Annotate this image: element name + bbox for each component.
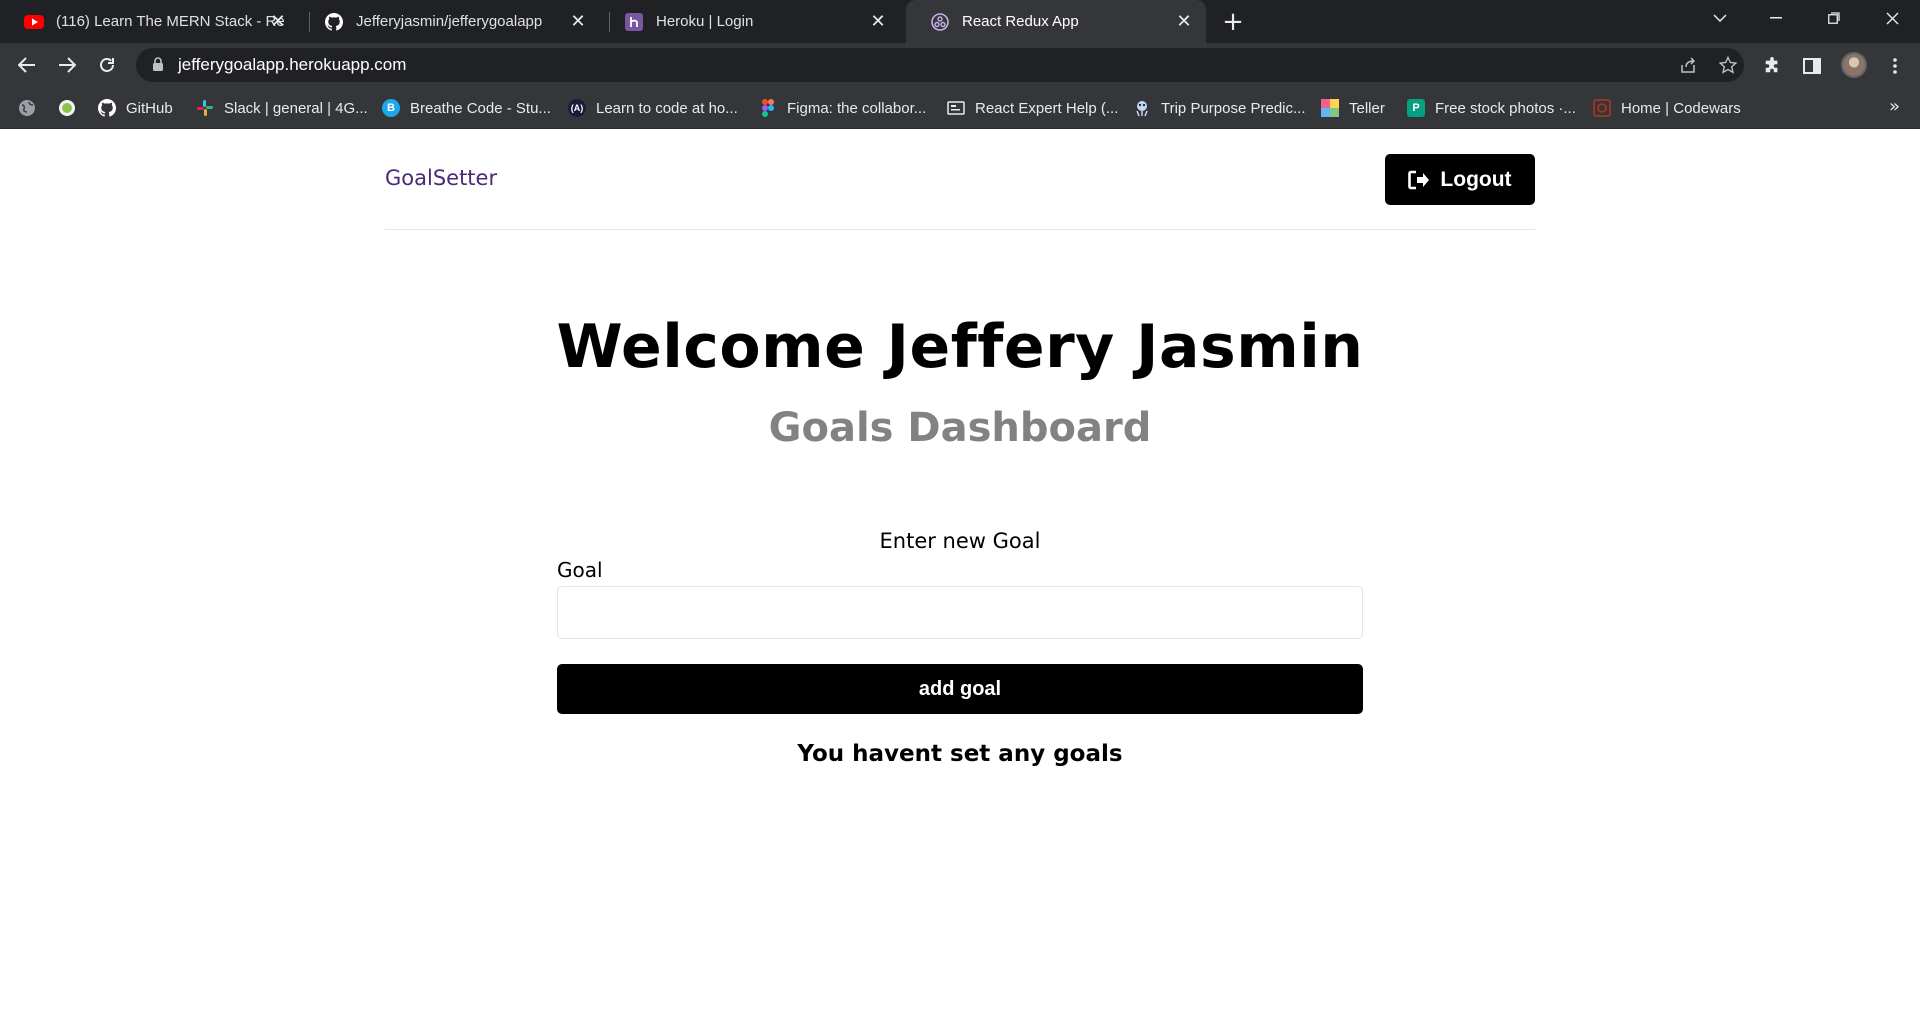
teller-icon	[1321, 99, 1339, 117]
bookmark-label: Breathe Code - Stu...	[410, 99, 551, 117]
bookmark-codewars[interactable]: Home | Codewars	[1593, 97, 1741, 119]
app-page: GoalSetter Logout Welcome Jeffery Jasmin…	[0, 129, 1920, 1020]
bookmark-label: Free stock photos ·...	[1435, 99, 1576, 117]
browser-tab-strip: (116) Learn The MERN Stack - Re ✕ Jeffer…	[0, 0, 1920, 43]
new-tab-icon[interactable]: +	[1220, 9, 1246, 35]
bookmark-extension[interactable]	[58, 97, 86, 119]
figma-icon	[759, 99, 777, 117]
codewars-icon	[1593, 99, 1611, 117]
bookmark-label: Trip Purpose Predic...	[1161, 99, 1306, 117]
browser-toolbar: jefferygoalapp.herokuapp.com	[0, 43, 1920, 87]
bookmark-teller[interactable]: Teller	[1321, 97, 1385, 119]
back-icon[interactable]	[11, 49, 43, 81]
logout-label: Logout	[1440, 167, 1512, 191]
bookmark-label: Slack | general | 4G...	[224, 99, 368, 117]
add-goal-button[interactable]: add goal	[557, 664, 1363, 714]
goal-label: Goal	[557, 558, 603, 582]
bookmark-breathe-code[interactable]: B Breathe Code - Stu...	[382, 97, 551, 119]
tab-heroku[interactable]: Heroku | Login ✕	[600, 0, 900, 43]
close-icon[interactable]: ✕	[868, 11, 888, 31]
bookmark-label: Learn to code at ho...	[596, 99, 738, 117]
tab-title: React Redux App	[962, 13, 1079, 30]
minimize-icon[interactable]	[1756, 0, 1796, 36]
pexels-icon: P	[1407, 99, 1425, 117]
profile-avatar[interactable]	[1841, 52, 1867, 78]
extension-badge-icon	[58, 99, 76, 117]
lock-icon	[152, 57, 164, 76]
bookmark-github[interactable]: GitHub	[98, 97, 173, 119]
tab-search-chevron-icon[interactable]	[1700, 0, 1740, 36]
bookmark-label: Home | Codewars	[1621, 99, 1741, 117]
trip-icon	[1133, 99, 1151, 117]
brand-link[interactable]: GoalSetter	[385, 166, 497, 190]
menu-kebab-icon[interactable]	[1884, 55, 1906, 77]
breathe-code-icon: B	[382, 99, 400, 117]
redux-icon	[930, 12, 950, 32]
tab-youtube[interactable]: (116) Learn The MERN Stack - Re ✕	[0, 0, 300, 43]
bookmark-figma[interactable]: Figma: the collabor...	[759, 97, 926, 119]
slack-icon	[196, 99, 214, 117]
extensions-icon[interactable]	[1761, 55, 1783, 77]
logout-button[interactable]: Logout	[1385, 154, 1535, 205]
heroku-icon	[624, 12, 644, 32]
close-icon[interactable]: ✕	[568, 11, 588, 31]
react-help-icon	[947, 99, 965, 117]
bookmark-pexels[interactable]: P Free stock photos ·...	[1407, 97, 1576, 119]
bookmark-trip-purpose[interactable]: Trip Purpose Predic...	[1133, 97, 1306, 119]
restore-icon[interactable]	[1814, 0, 1854, 36]
share-icon[interactable]	[1678, 55, 1698, 75]
tab-title: (116) Learn The MERN Stack - Re	[56, 13, 285, 30]
tab-react-redux[interactable]: React Redux App ✕	[906, 0, 1206, 43]
sign-out-icon	[1408, 170, 1430, 189]
bookmark-label: GitHub	[126, 99, 173, 117]
welcome-heading: Welcome Jeffery Jasmin	[556, 312, 1364, 382]
bookmark-label: Teller	[1349, 99, 1385, 117]
bookmark-react-expert[interactable]: React Expert Help (...	[947, 97, 1118, 119]
github-icon	[98, 99, 116, 117]
side-panel-icon[interactable]	[1801, 55, 1823, 77]
bookmark-globe[interactable]	[18, 97, 46, 119]
goal-input[interactable]	[557, 586, 1363, 639]
dashboard-subtitle: Goals Dashboard	[768, 405, 1152, 451]
bookmark-learn-to-code[interactable]: (A) Learn to code at ho...	[568, 97, 738, 119]
empty-goals-message: You havent set any goals	[797, 741, 1123, 767]
close-icon[interactable]: ✕	[1174, 11, 1194, 31]
github-icon	[324, 12, 344, 32]
address-bar[interactable]: jefferygoalapp.herokuapp.com	[136, 48, 1744, 82]
tab-title: Jefferyjasmin/jefferygoalapp	[356, 13, 543, 30]
bookmark-label: Figma: the collabor...	[787, 99, 927, 117]
code-icon: (A)	[568, 99, 586, 117]
form-heading: Enter new Goal	[879, 529, 1041, 553]
url-text[interactable]: jefferygoalapp.herokuapp.com	[178, 55, 406, 75]
app-header: GoalSetter Logout	[385, 129, 1535, 230]
reload-icon[interactable]	[91, 49, 123, 81]
tab-title: Heroku | Login	[656, 13, 754, 30]
bookmarks-bar: GitHub Slack | general | 4G... B Breathe…	[0, 87, 1920, 129]
tab-github[interactable]: Jefferyjasmin/jefferygoalapp ✕	[300, 0, 600, 43]
close-window-icon[interactable]	[1872, 0, 1912, 36]
youtube-icon	[24, 12, 44, 32]
forward-icon[interactable]	[51, 49, 83, 81]
close-icon[interactable]: ✕	[268, 11, 288, 31]
globe-icon	[18, 99, 36, 117]
bookmark-label: React Expert Help (...	[975, 99, 1119, 117]
more-bookmarks-icon[interactable]: »	[1889, 96, 1900, 117]
bookmark-slack[interactable]: Slack | general | 4G...	[196, 97, 368, 119]
bookmark-star-icon[interactable]	[1718, 55, 1738, 75]
